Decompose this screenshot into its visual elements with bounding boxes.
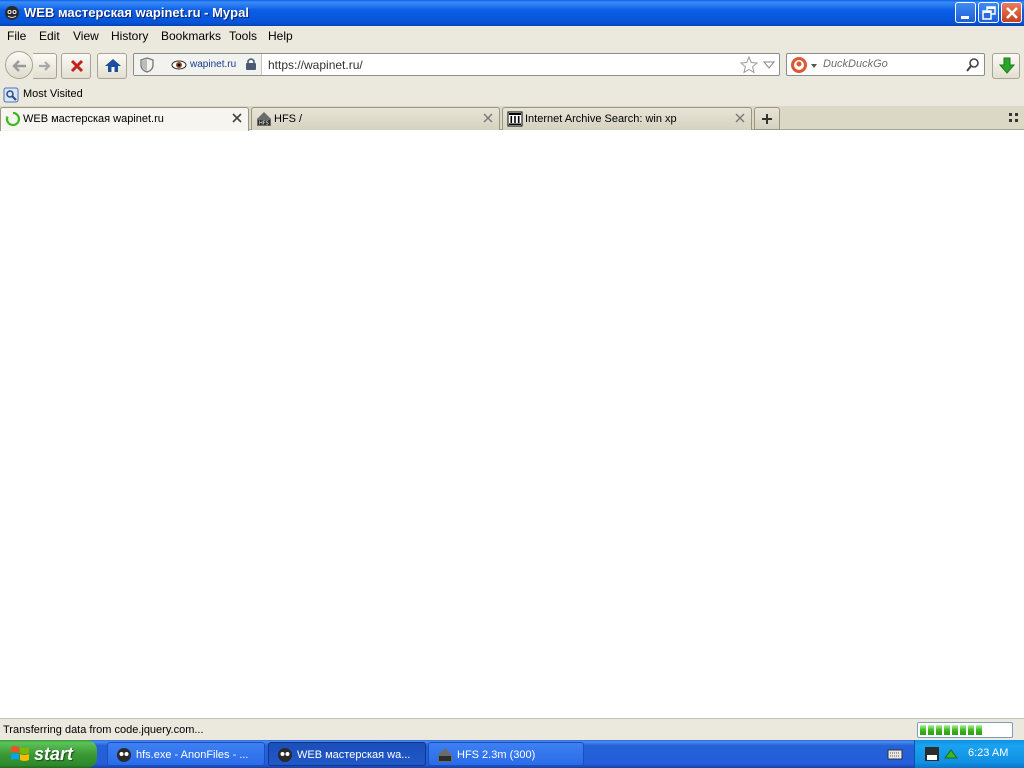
system-tray: 6:23 AM [914, 740, 1024, 768]
menu-edit[interactable]: Edit [39, 29, 60, 43]
home-icon [105, 59, 121, 72]
menu-bar: File Edit View History Bookmarks Tools H… [0, 26, 1024, 46]
network-tray-icon[interactable] [943, 746, 959, 762]
duckduckgo-icon[interactable] [790, 56, 808, 74]
progress-segment [976, 725, 982, 735]
mypal-app-icon [5, 6, 19, 20]
menu-history[interactable]: History [111, 29, 148, 43]
back-arrow-icon [12, 60, 26, 72]
tab-label: HFS / [274, 113, 303, 125]
forward-button[interactable] [33, 53, 57, 79]
hfs-tray-icon[interactable] [924, 746, 940, 762]
tab-list-icon[interactable] [1006, 110, 1022, 126]
tab-wapinet[interactable]: WEB мастерская wapinet.ru [0, 107, 249, 131]
engine-dropdown-icon[interactable] [810, 62, 818, 70]
bookmark-star-icon[interactable] [740, 56, 758, 74]
progress-segment [928, 725, 934, 735]
progress-segment [920, 725, 926, 735]
plus-icon [762, 114, 772, 124]
url-text[interactable]: https://wapinet.ru/ [268, 58, 363, 72]
mypal-task-icon [117, 748, 131, 762]
progress-segment [968, 725, 974, 735]
downloads-button[interactable] [992, 53, 1020, 79]
progress-segment [960, 725, 966, 735]
tab-internet-archive[interactable]: Internet Archive Search: win xp [502, 107, 752, 130]
task-label: HFS 2.3m (300) [457, 749, 536, 761]
tracking-shield-icon[interactable] [136, 54, 158, 75]
site-favicon-icon [171, 60, 187, 70]
stop-icon [70, 59, 84, 73]
menu-file[interactable]: File [7, 29, 26, 43]
taskbar-item-hfs[interactable]: HFS 2.3m (300) [428, 742, 584, 766]
progress-segment [944, 725, 950, 735]
search-bar[interactable]: DuckDuckGo [786, 53, 985, 76]
search-icon[interactable] [965, 57, 981, 73]
bookmark-label: Most Visited [23, 88, 83, 100]
keyboard-icon[interactable] [887, 746, 903, 762]
url-dropdown-icon[interactable] [762, 58, 776, 72]
tab-label: WEB мастерская wapinet.ru [23, 113, 164, 125]
back-button[interactable] [5, 51, 33, 79]
clock[interactable]: 6:23 AM [968, 747, 1008, 759]
search-placeholder: DuckDuckGo [823, 58, 888, 70]
tab-label: Internet Archive Search: win xp [525, 113, 677, 125]
menu-view[interactable]: View [73, 29, 99, 43]
progress-fill [920, 725, 1010, 735]
minimize-icon [961, 16, 969, 19]
task-label: hfs.exe - AnonFiles - ... [136, 749, 249, 761]
home-button[interactable] [97, 53, 127, 79]
status-text: Transferring data from code.jquery.com..… [3, 724, 204, 736]
page-load-progress-bar [917, 722, 1013, 738]
page-content-area[interactable] [0, 130, 1024, 718]
internet-archive-icon [507, 111, 523, 127]
window-title: WEB мастерская wapinet.ru - Mypal [24, 5, 249, 20]
restore-button[interactable] [978, 2, 999, 23]
hfs-favicon-icon: HFS [257, 112, 271, 127]
hfs-task-icon [438, 748, 452, 762]
url-bar[interactable]: wapinet.ru https://wapinet.ru/ [133, 53, 780, 76]
tab-close-icon[interactable] [734, 112, 746, 124]
progress-segment [952, 725, 958, 735]
download-arrow-icon [998, 57, 1016, 74]
lock-icon [246, 58, 256, 70]
close-window-button[interactable] [1001, 2, 1022, 23]
stop-button[interactable] [61, 53, 91, 79]
bookmarks-toolbar: Most Visited [0, 84, 1024, 106]
svg-text:HFS: HFS [259, 121, 269, 127]
tab-close-icon[interactable] [231, 112, 243, 124]
minimize-button[interactable] [955, 2, 976, 23]
taskbar-item-anonfiles[interactable]: hfs.exe - AnonFiles - ... [107, 742, 265, 766]
tab-strip: WEB мастерская wapinet.ru HFS HFS / Inte… [0, 106, 1024, 131]
loading-spinner-icon [5, 111, 21, 127]
forward-arrow-icon [39, 61, 51, 71]
progress-segment [936, 725, 942, 735]
tab-hfs[interactable]: HFS HFS / [251, 107, 500, 130]
new-tab-button[interactable] [754, 107, 780, 130]
start-button[interactable]: start [0, 740, 97, 768]
task-label: WEB мастерская wa... [297, 749, 411, 761]
restore-icon [982, 6, 996, 20]
start-label: start [34, 744, 74, 764]
mypal-task-icon [278, 748, 292, 762]
taskbar-item-wapinet[interactable]: WEB мастерская wa... [268, 742, 426, 766]
most-visited-icon [3, 87, 19, 103]
window-title-bar[interactable]: WEB мастерская wapinet.ru - Mypal [0, 0, 1024, 26]
taskbar: start hfs.exe - AnonFiles - ... WEB маст… [0, 740, 1024, 768]
navigation-toolbar: wapinet.ru https://wapinet.ru/ DuckDuckG… [0, 46, 1024, 84]
menu-help[interactable]: Help [268, 29, 293, 43]
menu-bookmarks[interactable]: Bookmarks [161, 29, 221, 43]
windows-logo-icon [11, 746, 29, 761]
site-identity-label: wapinet.ru [190, 59, 237, 70]
site-identity-box[interactable]: wapinet.ru [134, 54, 262, 75]
tab-close-icon[interactable] [482, 112, 494, 124]
status-bar: Transferring data from code.jquery.com..… [0, 718, 1024, 740]
close-icon [1006, 7, 1018, 19]
menu-tools[interactable]: Tools [229, 29, 257, 43]
